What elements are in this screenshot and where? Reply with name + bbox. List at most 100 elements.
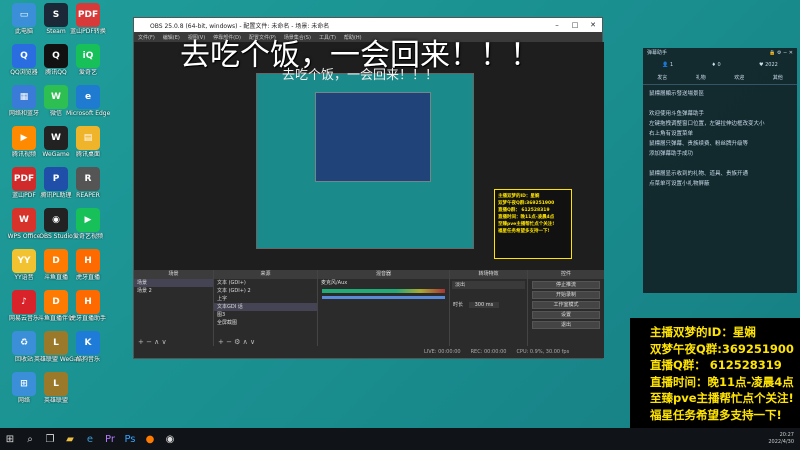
app-icon: R	[76, 167, 100, 191]
obs-taskbar-icon[interactable]: ◉	[160, 428, 180, 450]
desktop-icon[interactable]: ▤ 腾讯桌面	[66, 126, 110, 158]
desktop-icon[interactable]: H 虎牙直播助手	[66, 290, 110, 322]
preview-info-line: 主播双梦的ID：星娴	[498, 194, 540, 199]
app-icon: ▶	[12, 126, 36, 150]
premiere-icon[interactable]: Pr	[100, 428, 120, 450]
exit-button[interactable]: 退出	[532, 321, 600, 329]
app-icon: L	[44, 331, 68, 355]
stat-viewers: 👤 1	[662, 62, 674, 68]
start-icon[interactable]: ⊞	[0, 428, 20, 450]
obs-title: OBS 25.0.8 (64-bit, windows) - 配置文件: 未命名…	[150, 22, 330, 30]
danmaku-panel-title: 弹幕助手	[647, 50, 668, 56]
desktop-icon[interactable]: ▶ 爱奇艺视频	[66, 208, 110, 240]
streamer-info-box: 主播双梦的ID：星娴双梦午夜Q群:369251900 直播Q群： 61252831…	[630, 318, 800, 436]
info-line: 直播Q群： 612528319	[650, 358, 782, 372]
source-item[interactable]: 上字	[214, 295, 317, 303]
minimize-icon[interactable]: –	[548, 21, 566, 29]
preview-info-box: 主播双梦的ID：星娴 双梦午夜Q群:369251900 直播Q群： 61252831…	[494, 189, 572, 259]
stat-gifts: ♦ 0	[711, 62, 721, 68]
transition-select[interactable]: 淡出	[452, 281, 525, 289]
app-icon: H	[76, 290, 100, 314]
photoshop-icon[interactable]: Ps	[120, 428, 140, 450]
panel-message: 鼠標層显示收到的礼物、道具、贵族开通	[649, 171, 749, 177]
source-controls[interactable]: + − ⚙ ∧ ∨	[218, 338, 255, 346]
menu-item[interactable]: 编辑(E)	[163, 34, 180, 41]
controls-dock: 控件 停止推流 开始录制 工作室模式 设置 退出	[528, 270, 604, 348]
file-explorer-icon[interactable]: ▰	[60, 428, 80, 450]
source-item[interactable]: 文本 (GDI+) 2	[214, 287, 317, 295]
douyu-icon[interactable]: ●	[140, 428, 160, 450]
source-item[interactable]: 全屏截图	[214, 319, 317, 327]
settings-button[interactable]: 设置	[532, 311, 600, 319]
desktop-icon[interactable]: L 英雄联盟	[34, 372, 78, 404]
live-status: LIVE: 00:00:00	[424, 349, 461, 355]
volume-slider[interactable]	[322, 296, 445, 299]
desktop-icon-grid: ▭ 此电脑 S Steam PDF 蓝山PDF转换 Q QQ浏览器 Q 腾讯QQ iQ 爱奇艺 ▦ 网络和…	[0, 0, 110, 428]
app-icon: W	[12, 208, 36, 232]
app-icon: ▶	[76, 208, 100, 232]
system-tray[interactable]: 20:27 2022/4/30	[768, 432, 800, 446]
desktop-icon-label: 酷狗音乐	[75, 356, 100, 363]
studio-mode-button[interactable]: 工作室模式	[532, 301, 600, 309]
panel-message: 右上角有设置菜单	[649, 131, 694, 137]
info-line: 双梦午夜Q群:369251900	[650, 341, 794, 356]
tray-time: 20:27	[779, 432, 794, 438]
close-icon[interactable]: ✕	[584, 21, 602, 29]
desktop-icon[interactable]: R REAPER	[66, 167, 110, 199]
source-item[interactable]: 文本GDI 话	[214, 303, 317, 311]
start-recording-button[interactable]: 开始录制	[532, 291, 600, 299]
desktop-icon-label: 英雄联盟	[43, 397, 68, 404]
panel-controls[interactable]: 🔒 ⚙ − ✕	[769, 48, 797, 58]
cpu-status: CPU: 0.9%, 30.00 fps	[516, 349, 570, 355]
app-icon: D	[44, 249, 68, 273]
panel-message: 添加弹幕助手成功	[649, 151, 694, 157]
tab-other[interactable]: 其他	[773, 74, 783, 81]
app-icon: ♪	[12, 290, 36, 314]
menu-item[interactable]: 文件(F)	[138, 34, 155, 41]
info-line: 福星任务希望多支持一下!	[650, 407, 782, 422]
mixer-channel: 麦克风/Aux	[321, 280, 348, 286]
app-icon: ▭	[12, 3, 36, 27]
nested-preview-inner	[315, 92, 431, 182]
app-icon: ◉	[44, 208, 68, 232]
nested-preview	[256, 73, 474, 249]
source-item[interactable]: 图3	[214, 311, 317, 319]
desktop-icon-label: REAPER	[76, 192, 100, 199]
desktop-icon[interactable]: e Microsoft Edge	[66, 85, 110, 117]
transitions-dock: 转场特效 淡出 时长 300 ms	[450, 270, 528, 348]
panel-message: 欢迎使用斗鱼弹幕助手	[649, 111, 705, 117]
edge-icon[interactable]: e	[80, 428, 100, 450]
search-icon[interactable]: ⌕	[20, 428, 40, 450]
desktop-icon[interactable]: PDF 蓝山PDF转换	[66, 3, 110, 35]
away-overlay-echo: 去吃个饭，一会回来！！！	[282, 68, 439, 83]
tab-welcome[interactable]: 欢迎	[734, 74, 744, 81]
desktop-icon-label: 蓝山PDF转换	[70, 28, 106, 35]
tab-gifts[interactable]: 礼物	[696, 74, 706, 81]
duration-input[interactable]: 300 ms	[468, 302, 500, 308]
danmaku-panel: 弹幕助手 🔒 ⚙ − ✕ 👤 1 ♦ 0 ♥ 2022 发言 礼物 欢迎 其他 …	[643, 48, 797, 293]
rec-status: REC: 00:00:00	[470, 349, 507, 355]
scene-controls[interactable]: + − ∧ ∨	[138, 338, 167, 346]
app-icon: PDF	[76, 3, 100, 27]
taskview-icon[interactable]: ❐	[40, 428, 60, 450]
desktop-icon[interactable]: H 虎牙直播	[66, 249, 110, 281]
app-icon: ▤	[76, 126, 100, 150]
app-icon: ⊞	[12, 372, 36, 396]
desktop-icon[interactable]: K 酷狗音乐	[66, 331, 110, 363]
desktop-icon-label: 爱奇艺视频	[72, 233, 103, 240]
panel-message: 点菜单可设置小礼物屏蔽	[649, 181, 710, 187]
maximize-icon[interactable]: □	[566, 21, 584, 29]
taskbar: ⊞ ⌕ ❐ ▰ e Pr Ps ● ◉ 20:27 2022/4/30	[0, 428, 800, 450]
desktop-icon[interactable]: iQ 爱奇艺	[66, 44, 110, 76]
duration-row: 时长 300 ms	[450, 301, 527, 309]
mixer-dock: 混音器 麦克风/Aux	[318, 270, 450, 348]
scene-item[interactable]: 场景	[134, 279, 213, 287]
app-icon: ♻	[12, 331, 36, 355]
tab-speech[interactable]: 发言	[657, 74, 667, 81]
panel-message: 鼠標層顯示發送場景區	[649, 91, 705, 97]
stop-stream-button[interactable]: 停止推流	[532, 281, 600, 289]
source-item[interactable]: 文本 (GDI+)	[214, 279, 317, 287]
info-line: 主播双梦的ID：星娴	[650, 325, 756, 339]
app-icon: Q	[12, 44, 36, 68]
scene-item[interactable]: 场景 2	[134, 287, 213, 295]
